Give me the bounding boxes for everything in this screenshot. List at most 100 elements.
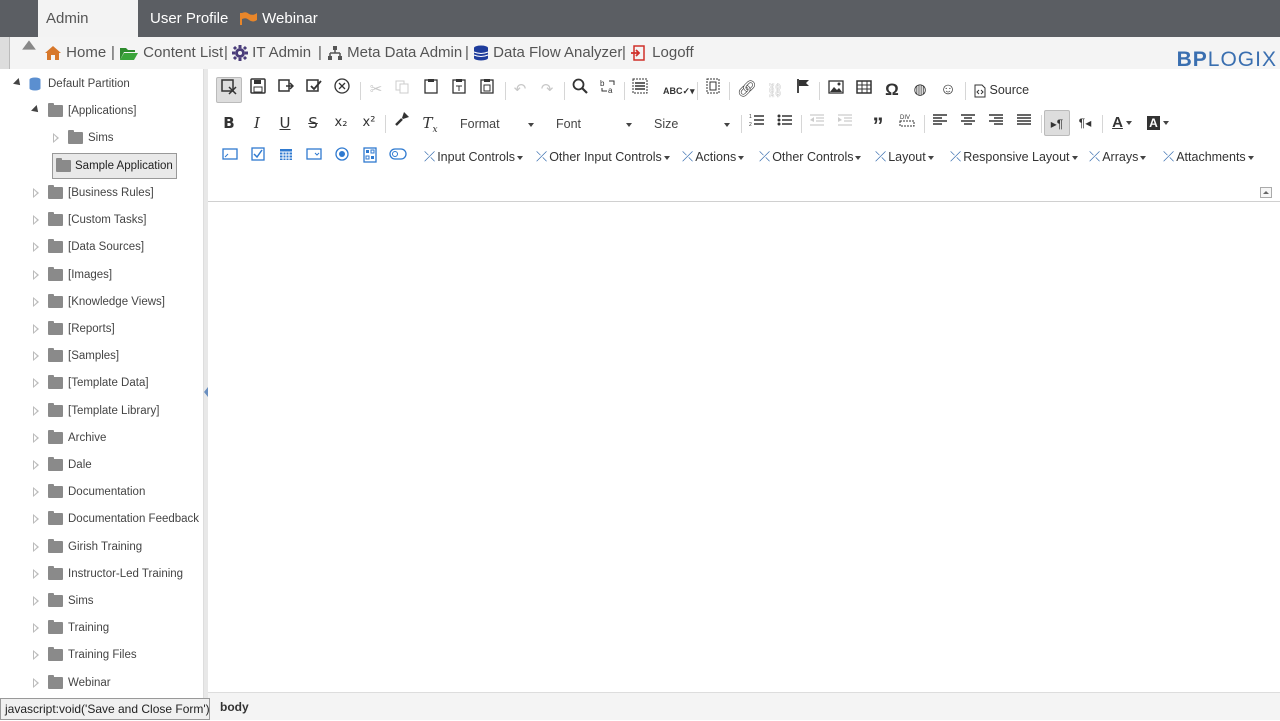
- expand-arrow-icon[interactable]: [33, 351, 39, 361]
- nav-it-admin[interactable]: IT Admin: [232, 37, 311, 69]
- tree-item[interactable]: Webinar: [32, 673, 203, 693]
- expand-arrow-icon[interactable]: [33, 542, 39, 552]
- tree-item[interactable]: [Template Library]: [32, 401, 203, 421]
- tree-item[interactable]: [Images]: [32, 265, 203, 285]
- remove-format-button[interactable]: Tx: [417, 110, 443, 136]
- nav-logoff[interactable]: Logoff: [630, 37, 694, 69]
- menu-other-input-controls[interactable]: ⤫ Other Input Controls: [536, 143, 670, 169]
- unlink-button[interactable]: ⛓︎: [762, 77, 788, 103]
- tree-item[interactable]: Dale: [32, 455, 203, 475]
- tree-item[interactable]: [Knowledge Views]: [32, 292, 203, 312]
- numbered-list-button[interactable]: 12: [744, 110, 770, 136]
- save-check-button[interactable]: [301, 77, 327, 103]
- menu-input-controls[interactable]: ⤫ Input Controls: [424, 143, 524, 169]
- expand-arrow-icon[interactable]: [53, 133, 59, 143]
- format-select[interactable]: Format: [452, 112, 540, 136]
- expand-arrow-icon[interactable]: [33, 678, 39, 688]
- undo-button[interactable]: ↶: [507, 77, 533, 103]
- collapse-arrow-icon[interactable]: [13, 78, 23, 88]
- expand-arrow-icon[interactable]: [33, 242, 39, 252]
- expand-arrow-icon[interactable]: [33, 569, 39, 579]
- radio-control-button[interactable]: [333, 147, 351, 165]
- tree-item[interactable]: Instructor-Led Training: [32, 564, 203, 584]
- tab-admin-profile[interactable]: Admin Profile: [38, 0, 138, 64]
- align-right-button[interactable]: [983, 110, 1009, 136]
- expand-arrow-icon[interactable]: [33, 514, 39, 524]
- tree-item[interactable]: [Business Rules]: [32, 183, 203, 203]
- table-button[interactable]: [851, 77, 877, 103]
- tree-item[interactable]: Sims: [52, 128, 203, 148]
- copy-format-button[interactable]: [389, 110, 415, 136]
- paste-text-button[interactable]: [446, 77, 472, 103]
- indent-button[interactable]: [832, 110, 858, 136]
- sidebar-toggle-handle[interactable]: [0, 37, 10, 69]
- align-left-button[interactable]: [927, 110, 953, 136]
- paste-word-button[interactable]: [474, 77, 500, 103]
- expand-arrow-icon[interactable]: [33, 215, 39, 225]
- nav-data-flow-analyzer[interactable]: Data Flow Analyzer: [473, 37, 622, 69]
- underline-button[interactable]: U: [272, 110, 298, 136]
- expand-arrow-icon[interactable]: [33, 297, 39, 307]
- paste-button[interactable]: [418, 77, 444, 103]
- copy-button[interactable]: [389, 77, 415, 103]
- select-all-button[interactable]: [627, 77, 653, 103]
- tree-item[interactable]: [Template Data]: [32, 373, 203, 393]
- replace-button[interactable]: ba: [595, 77, 621, 103]
- outdent-button[interactable]: [804, 110, 830, 136]
- expand-arrow-icon[interactable]: [33, 324, 39, 334]
- text-color-button[interactable]: A: [1107, 110, 1137, 136]
- bold-button[interactable]: B: [216, 110, 242, 136]
- nav-meta-data-admin[interactable]: Meta Data Admin: [327, 37, 462, 69]
- save-as-button[interactable]: [273, 77, 299, 103]
- tree-item[interactable]: [Data Sources]: [32, 237, 203, 257]
- textbox-control-button[interactable]: [221, 147, 239, 165]
- tree-item[interactable]: [Custom Tasks]: [32, 210, 203, 230]
- expand-arrow-icon[interactable]: [33, 650, 39, 660]
- nav-home[interactable]: Home: [44, 37, 106, 69]
- save-and-close-button[interactable]: [216, 77, 242, 103]
- menu-actions[interactable]: ⤫ Actions: [682, 143, 745, 169]
- expand-arrow-icon[interactable]: [33, 596, 39, 606]
- menu-other-controls[interactable]: ⤫ Other Controls: [759, 143, 862, 169]
- expand-arrow-icon[interactable]: [33, 460, 39, 470]
- nav-content-list[interactable]: Content List: [119, 37, 223, 69]
- menu-attachments[interactable]: ⤫ Attachments: [1163, 143, 1254, 169]
- tree-item[interactable]: Girish Training: [32, 537, 203, 557]
- redo-button[interactable]: ↷: [534, 77, 560, 103]
- image-button[interactable]: [823, 77, 849, 103]
- expand-arrow-icon[interactable]: [33, 406, 39, 416]
- align-center-button[interactable]: [955, 110, 981, 136]
- tree-item[interactable]: Documentation Feedback: [32, 509, 203, 529]
- find-button[interactable]: [567, 77, 593, 103]
- italic-button[interactable]: I: [244, 110, 270, 136]
- cut-button[interactable]: ✂: [363, 77, 389, 103]
- superscript-button[interactable]: x²: [356, 110, 382, 136]
- rtl-button[interactable]: ¶◂: [1072, 110, 1098, 136]
- tree-root[interactable]: Default Partition: [12, 74, 202, 94]
- templates-button[interactable]: [700, 77, 726, 103]
- link-button[interactable]: 🔗︎: [734, 77, 760, 103]
- bg-color-button[interactable]: A: [1143, 110, 1173, 136]
- toolbar-collapse-button[interactable]: [1260, 187, 1272, 198]
- checkbox-control-button[interactable]: [249, 147, 267, 165]
- tree-item[interactable]: [Applications]: [31, 101, 203, 121]
- tree-item[interactable]: [Samples]: [32, 346, 203, 366]
- editor-content-area[interactable]: [208, 202, 1280, 692]
- expand-arrow-icon[interactable]: [33, 623, 39, 633]
- subscript-button[interactable]: x₂: [328, 110, 354, 136]
- special-char-button[interactable]: Ω: [879, 77, 905, 103]
- iframe-button[interactable]: ◍: [907, 77, 933, 103]
- expand-arrow-icon[interactable]: [33, 270, 39, 280]
- cancel-button[interactable]: [329, 77, 355, 103]
- tree-item[interactable]: [Reports]: [32, 319, 203, 339]
- tree-item[interactable]: Sample Application: [52, 153, 203, 179]
- save-button[interactable]: [245, 77, 271, 103]
- toggle-control-button[interactable]: [389, 147, 407, 165]
- tree-item[interactable]: Archive: [32, 428, 203, 448]
- tree-item[interactable]: Sims: [32, 591, 203, 611]
- collapse-arrow-icon[interactable]: [31, 105, 41, 115]
- menu-layout[interactable]: ⤫ Layout: [875, 143, 934, 169]
- spellcheck-button[interactable]: ABC✓▾: [663, 77, 695, 103]
- tree-item[interactable]: Training: [32, 618, 203, 638]
- menu-arrays[interactable]: ⤫ Arrays: [1089, 143, 1147, 169]
